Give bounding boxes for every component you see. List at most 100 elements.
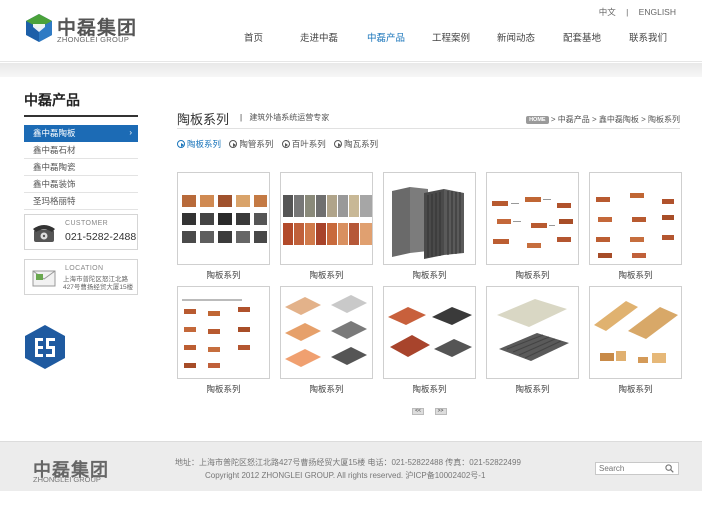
sidebar-item-taoban[interactable]: 鑫中磊陶板 ›: [24, 125, 138, 142]
sidebar-menu: 鑫中磊陶板 › 鑫中磊石材 鑫中磊陶瓷 鑫中磊装饰 圣玛格丽特: [24, 125, 138, 210]
tab-label: 陶瓦系列: [344, 139, 379, 149]
sidebar-item-ceramic[interactable]: 鑫中磊陶瓷: [24, 159, 138, 176]
product-caption[interactable]: 陶板系列: [589, 383, 682, 395]
nav-cases[interactable]: 工程案例: [432, 30, 470, 44]
sidebar-item-decoration[interactable]: 鑫中磊装饰: [24, 176, 138, 193]
tab-taoban[interactable]: 陶板系列: [177, 138, 221, 150]
product-caption[interactable]: 陶板系列: [383, 383, 476, 395]
product-thumb[interactable]: [177, 172, 270, 265]
nav-contact[interactable]: 联系我们: [629, 30, 667, 44]
product-caption[interactable]: 陶板系列: [177, 383, 270, 395]
lang-chinese-link[interactable]: 中文: [599, 7, 616, 17]
product-thumb[interactable]: [383, 172, 476, 265]
lang-separator: |: [626, 7, 629, 17]
footer-copyright: Copyright 2012 ZHONGLEI GROUP. All right…: [205, 471, 486, 480]
magnifier-icon[interactable]: [665, 464, 674, 473]
series-tabs: 陶板系列 陶管系列 百叶系列 陶瓦系列: [177, 138, 384, 150]
product-thumb[interactable]: [589, 172, 682, 265]
product-thumb[interactable]: [177, 286, 270, 379]
breadcrumb-current: 陶板系列: [648, 115, 680, 124]
logo[interactable]: 中磊集团 ZHONGLEI GROUP: [24, 13, 144, 45]
location-label: LOCATION: [65, 265, 104, 272]
site-header: 中磊集团 ZHONGLEI GROUP 中文 | ENGLISH 首页 走进中磊…: [0, 0, 702, 62]
product-caption[interactable]: 陶板系列: [280, 383, 373, 395]
search-box: [595, 462, 679, 475]
play-circle-icon: [177, 140, 185, 148]
play-circle-icon: [334, 140, 343, 148]
telephone-icon: [33, 225, 55, 242]
breadcrumb-home[interactable]: HOME: [526, 116, 549, 124]
product-thumb[interactable]: [383, 286, 476, 379]
tab-taowa[interactable]: 陶瓦系列: [334, 138, 378, 150]
nav-news[interactable]: 新闻动态: [497, 30, 535, 44]
tab-label: 百叶系列: [291, 139, 326, 149]
page-title: 陶板系列: [177, 113, 230, 128]
play-circle-icon: [229, 140, 238, 148]
customer-box: CUSTOMER 021-5282-2488: [24, 214, 138, 250]
envelope-icon: [32, 270, 56, 287]
tab-label: 陶管系列: [239, 139, 274, 149]
product-thumb[interactable]: [280, 286, 373, 379]
logo-mark-icon: [26, 14, 52, 42]
sidebar: 中磊产品 鑫中磊陶板 › 鑫中磊石材 鑫中磊陶瓷 鑫中磊装饰 圣玛格丽特: [24, 90, 138, 210]
pagination: << >>: [412, 404, 455, 415]
product-thumb[interactable]: [280, 172, 373, 265]
product-image: [182, 299, 250, 368]
product-caption[interactable]: 陶板系列: [486, 383, 579, 395]
page-subtitle: | 建筑外墙系统运营专家: [240, 112, 329, 123]
product-image: [182, 195, 267, 243]
breadcrumb-sep: >: [641, 115, 646, 124]
next-page-button[interactable]: >>: [434, 408, 447, 415]
nav-products[interactable]: 中磊产品: [367, 30, 405, 44]
hexagon-badge-icon[interactable]: [24, 324, 66, 370]
sidebar-item-label: 鑫中磊陶板: [33, 128, 76, 138]
subtitle-separator: |: [240, 113, 243, 122]
tab-taoguan[interactable]: 陶管系列: [229, 138, 273, 150]
breadcrumb-sep: >: [550, 115, 556, 124]
tab-label: 陶板系列: [187, 139, 222, 149]
product-caption[interactable]: 陶板系列: [486, 269, 579, 281]
customer-label: CUSTOMER: [65, 220, 109, 227]
breadcrumb-products[interactable]: 中磊产品: [558, 115, 590, 124]
breadcrumb: HOME > 中磊产品 > 鑫中磊陶板 > 陶板系列: [526, 114, 680, 125]
product-caption[interactable]: 陶板系列: [280, 269, 373, 281]
location-box: LOCATION 上海市普陀区怒江北路427号曹扬经贸大厦15楼: [24, 259, 138, 295]
sidebar-item-stone[interactable]: 鑫中磊石材: [24, 142, 138, 159]
nav-bases[interactable]: 配套基地: [563, 30, 601, 44]
title-divider: [177, 128, 680, 129]
product-image: [497, 299, 569, 361]
product-caption[interactable]: 陶板系列: [383, 269, 476, 281]
product-image: [392, 187, 464, 259]
product-thumb[interactable]: [589, 286, 682, 379]
breadcrumb-taoban[interactable]: 鑫中磊陶板: [599, 115, 639, 124]
logo-text-en: ZHONGLEI GROUP: [57, 35, 130, 44]
product-thumb[interactable]: [486, 286, 579, 379]
footer-address: 地址：上海市普陀区怒江北路427号曹扬经贸大厦15楼 电话：021-528224…: [175, 458, 521, 467]
product-image: [388, 307, 472, 357]
product-image: [283, 195, 372, 245]
language-switch: 中文 | ENGLISH: [595, 6, 680, 18]
product-caption[interactable]: 陶板系列: [589, 269, 682, 281]
play-circle-icon: [281, 140, 290, 148]
product-caption[interactable]: 陶板系列: [177, 269, 270, 281]
footer-logo-en: ZHONGLEI GROUP: [33, 475, 101, 484]
location-address: 上海市普陀区怒江北路427号曹扬经贸大厦15楼: [63, 276, 134, 291]
nav-home[interactable]: 首页: [244, 30, 263, 44]
prev-page-button[interactable]: <<: [412, 408, 424, 415]
header-band: [0, 63, 702, 77]
lang-english-link[interactable]: ENGLISH: [639, 7, 676, 17]
chevron-right-icon: ›: [129, 128, 132, 137]
subtitle-text: 建筑外墙系统运营专家: [249, 113, 330, 122]
search-input[interactable]: [596, 463, 662, 474]
sidebar-title: 中磊产品: [24, 90, 138, 117]
tab-baiye[interactable]: 百叶系列: [281, 138, 326, 150]
product-image: [285, 295, 367, 367]
product-image: [492, 197, 573, 248]
customer-phone: 021-5282-2488: [65, 231, 137, 243]
site-footer: 中磊集团 ZHONGLEI GROUP 地址：上海市普陀区怒江北路427号曹扬经…: [0, 441, 702, 491]
sidebar-item-margaret[interactable]: 圣玛格丽特: [24, 193, 138, 210]
product-thumb[interactable]: [486, 172, 579, 265]
product-image: [594, 301, 678, 363]
nav-about[interactable]: 走进中磊: [300, 30, 338, 44]
product-image: [596, 193, 674, 258]
